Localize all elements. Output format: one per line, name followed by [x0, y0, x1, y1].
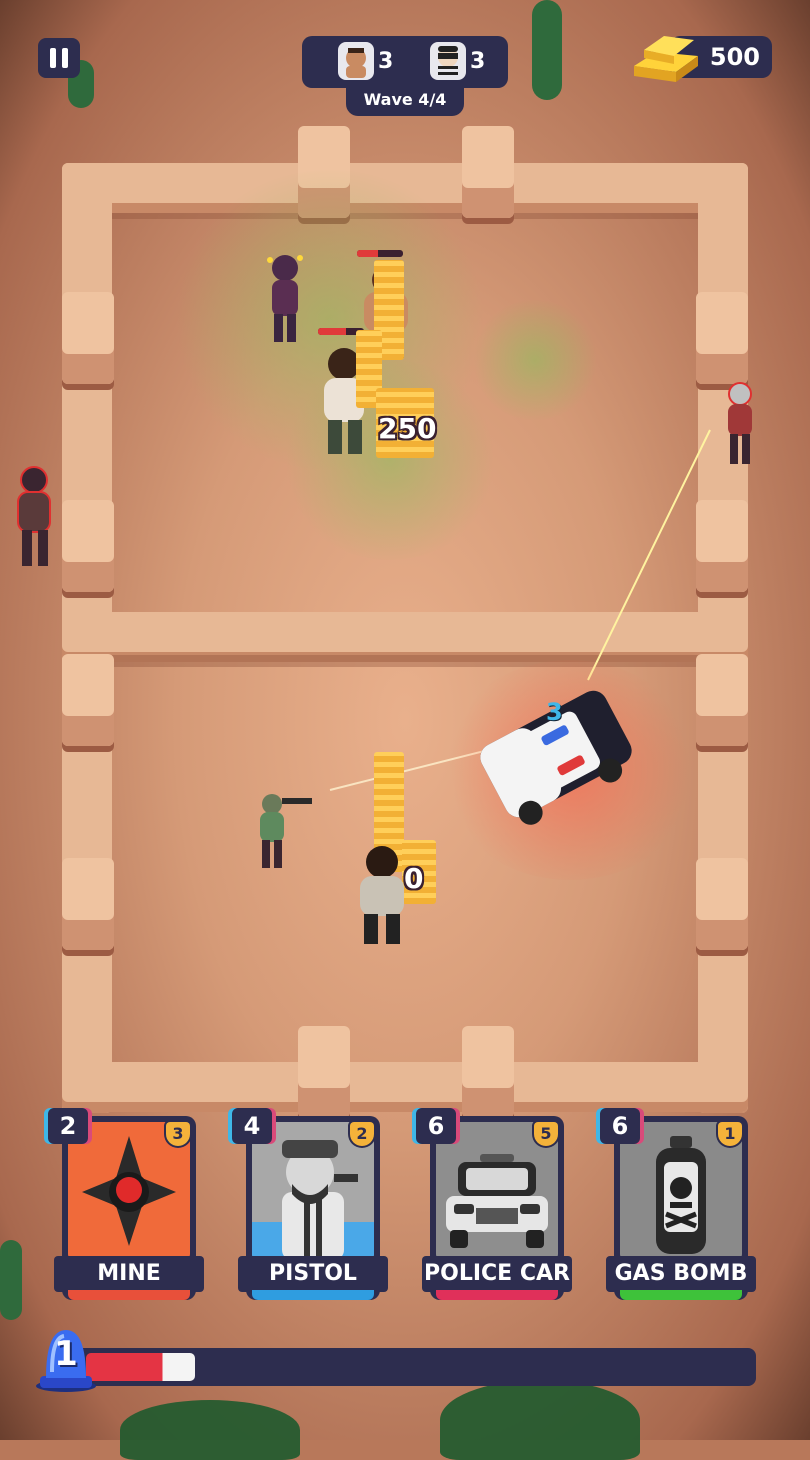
car-level: 3	[546, 698, 563, 726]
card-stripe	[252, 1290, 374, 1300]
robber-count: 3	[470, 48, 486, 74]
gold-bars-icon	[634, 36, 698, 82]
card-cost: 6	[416, 1108, 456, 1144]
pause-button[interactable]	[38, 38, 80, 78]
hero-fighter[interactable]	[350, 842, 414, 948]
energy-bar	[60, 1348, 756, 1386]
card-cost: 6	[600, 1108, 640, 1144]
card-name: POLICE CAR	[422, 1256, 572, 1292]
card-level-badge: 3	[166, 1122, 190, 1146]
thug-counter: 3	[338, 42, 393, 80]
card-police-car[interactable]: POLICE CAR 6 5	[416, 1108, 572, 1300]
enemy-counter-panel: 3 3	[302, 36, 508, 88]
robber-counter: 3	[430, 42, 485, 80]
card-name: PISTOL	[238, 1256, 388, 1292]
energy-value: 1	[54, 1334, 78, 1374]
thug-count: 3	[378, 48, 394, 74]
card-level-badge: 2	[350, 1122, 374, 1146]
card-stripe	[620, 1290, 742, 1300]
pistol-officer[interactable]	[254, 790, 320, 872]
pause-icon	[50, 48, 56, 68]
card-level-badge: 1	[718, 1122, 742, 1146]
card-pistol[interactable]: PISTOL 4 2	[232, 1108, 388, 1300]
card-level-badge: 5	[534, 1122, 558, 1146]
card-stripe	[436, 1290, 558, 1300]
card-mine[interactable]: MINE 2 3	[48, 1108, 204, 1300]
card-name: GAS BOMB	[606, 1256, 756, 1292]
card-cost: 2	[48, 1108, 88, 1144]
robber-face-icon	[430, 42, 466, 80]
card-stripe	[68, 1290, 190, 1300]
thug-face-icon	[338, 42, 374, 80]
card-cost: 4	[232, 1108, 272, 1144]
wave-label: Wave 4/4	[346, 86, 464, 116]
card-name: MINE	[54, 1256, 204, 1292]
energy-fill	[86, 1353, 195, 1381]
card-gas-bomb[interactable]: GAS BOMB 6 1	[600, 1108, 756, 1300]
